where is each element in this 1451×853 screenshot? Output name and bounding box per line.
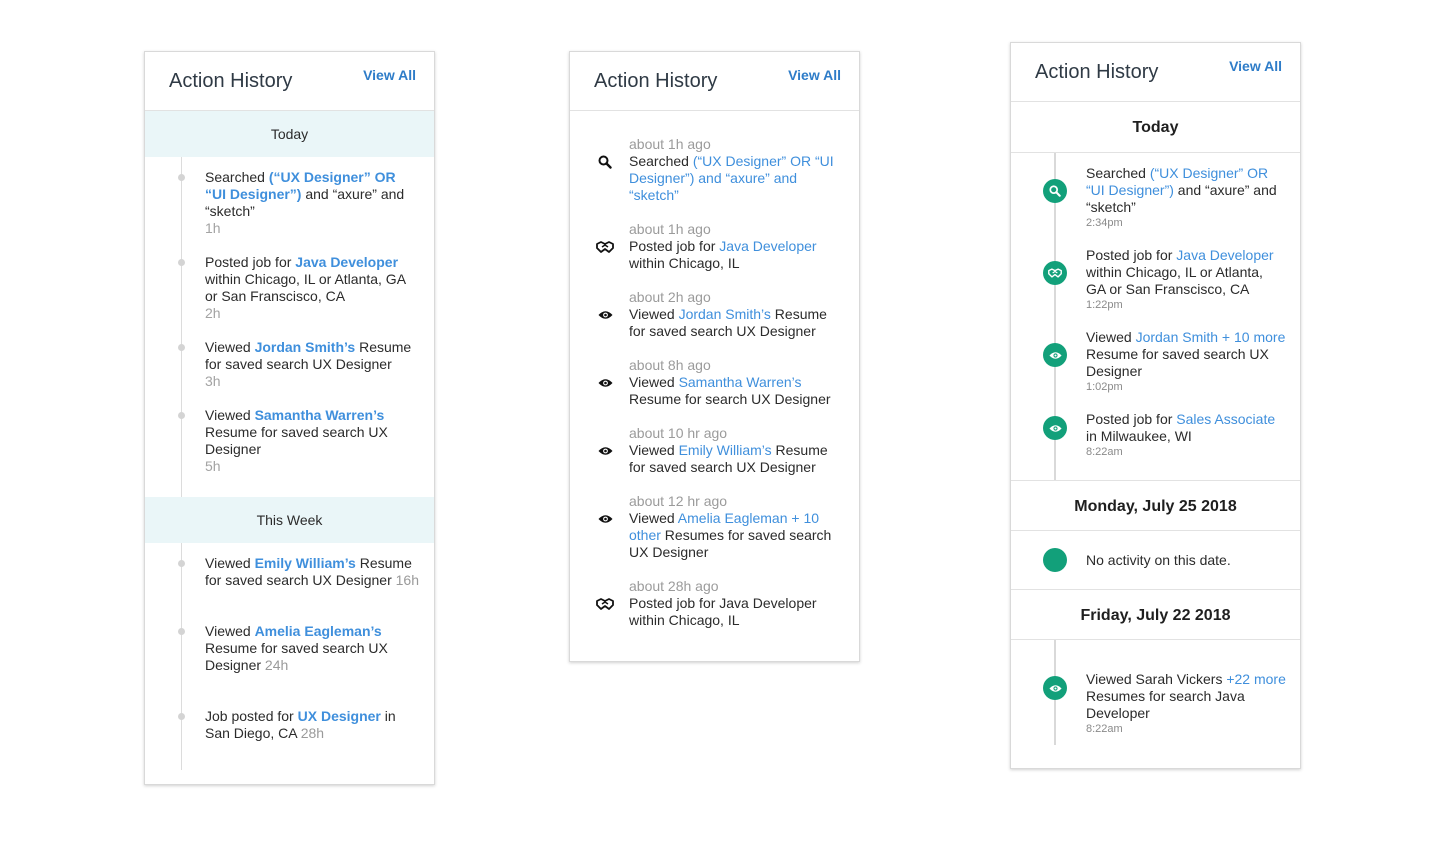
timeline-today: Searched (“UX Designer” OR “UI Designer”… (1011, 153, 1300, 480)
panel-title: Action History (594, 70, 718, 92)
timeline-item: Viewed Sarah Vickers +22 more Resumes fo… (1011, 671, 1300, 736)
item-time: 16h (395, 572, 419, 588)
activity-item: about 1h ago Posted job for Java Develop… (570, 221, 859, 272)
eye-icon (1043, 676, 1067, 700)
activity-item: about 12 hr ago Viewed Amelia Eagleman +… (570, 493, 859, 561)
activity-item: about 10 hr ago Viewed Emily William’s R… (570, 425, 859, 476)
action-history-panel-1: Action History View All Today Searched (… (144, 51, 435, 785)
candidate-link[interactable]: Emily William’s (679, 442, 772, 458)
timeline-item: Posted job for Java Developer within Chi… (145, 254, 434, 322)
section-header-this-week: This Week (145, 497, 434, 543)
timeline-item: Viewed Emily William’s Resume for saved … (145, 555, 434, 589)
eye-icon (1043, 416, 1067, 440)
item-time: 1:02pm (1086, 381, 1123, 393)
item-time: about 10 hr ago (629, 425, 728, 441)
activity-list: about 1h ago Searched (“UX Designer” OR … (570, 111, 859, 629)
empty-state-text: No activity on this date. (1086, 552, 1231, 568)
section-header-monday: Monday, July 25 2018 (1011, 480, 1300, 531)
timeline-friday: Viewed Sarah Vickers +22 more Resumes fo… (1011, 640, 1300, 745)
timeline-item: Searched (“UX Designer” OR “UI Designer”… (1011, 165, 1300, 230)
candidate-link[interactable]: Amelia Eagleman’s (255, 623, 382, 639)
candidate-link[interactable]: Jordan Smith’s (255, 339, 356, 355)
timeline-dot-icon (178, 560, 185, 567)
item-time: 8:22am (1086, 723, 1123, 735)
panel-header: Action History View All (570, 52, 859, 111)
timeline-item: Posted job for Sales Associate in Milwau… (1011, 411, 1300, 459)
eye-icon (596, 442, 614, 460)
view-all-link[interactable]: View All (363, 67, 416, 83)
panel-header: Action History View All (145, 52, 434, 111)
eye-icon (596, 374, 614, 392)
more-candidates-link[interactable]: +22 more (1226, 671, 1286, 687)
timeline-dot-icon (178, 344, 185, 351)
candidate-link[interactable]: Samantha Warren’s (679, 374, 802, 390)
timeline-dot-icon (1043, 548, 1067, 572)
section-header-friday: Friday, July 22 2018 (1011, 589, 1300, 640)
timeline-this-week: Viewed Emily William’s Resume for saved … (145, 543, 434, 770)
action-history-panel-2: Action History View All about 1h ago Sea… (569, 51, 860, 662)
timeline-item: Job posted for UX Designer in San Diego,… (145, 708, 434, 742)
panel-title: Action History (1035, 61, 1159, 83)
view-all-link[interactable]: View All (1229, 58, 1282, 74)
timeline-monday: No activity on this date. (1011, 531, 1300, 589)
item-time: about 1h ago (629, 136, 711, 152)
item-time: 2:34pm (1086, 217, 1123, 229)
timeline-item: Posted job for Java Developer within Chi… (1011, 247, 1300, 312)
job-link[interactable]: Sales Associate (1176, 411, 1275, 427)
timeline-item: Searched (“UX Designer” OR “UI Designer”… (145, 169, 434, 237)
timeline-item: Viewed Jordan Smith’s Resume for saved s… (145, 339, 434, 390)
eye-icon (1043, 343, 1067, 367)
action-history-panel-3: Action History View All Today Searched (… (1010, 42, 1301, 769)
candidate-link[interactable]: Jordan Smith’s (679, 306, 771, 322)
job-link[interactable]: Java Developer (1176, 247, 1273, 263)
item-time: about 12 hr ago (629, 493, 728, 509)
timeline-today: Searched (“UX Designer” OR “UI Designer”… (145, 157, 434, 497)
eye-icon (596, 306, 614, 324)
item-time: 8:22am (1086, 446, 1123, 458)
eye-icon (596, 510, 614, 528)
panel-title: Action History (169, 70, 293, 92)
timeline-dot-icon (178, 174, 185, 181)
job-link[interactable]: Java Developer (719, 238, 816, 254)
item-time: about 2h ago (629, 289, 711, 305)
timeline-dot-icon (178, 412, 185, 419)
timeline-item-empty: No activity on this date. (1011, 531, 1300, 572)
item-time: about 28h ago (629, 578, 719, 594)
candidate-link[interactable]: Jordan Smith + 10 more (1136, 329, 1286, 345)
candidate-link[interactable]: Samantha Warren’s (255, 407, 385, 423)
item-time: about 8h ago (629, 357, 711, 373)
handshake-icon (596, 595, 614, 613)
view-all-link[interactable]: View All (788, 67, 841, 83)
timeline-dot-icon (178, 259, 185, 266)
activity-item: about 2h ago Viewed Jordan Smith’s Resum… (570, 289, 859, 340)
item-time: 5h (205, 458, 221, 474)
activity-item: about 28h ago Posted job for Java Develo… (570, 578, 859, 629)
item-time: about 1h ago (629, 221, 711, 237)
job-link[interactable]: UX Designer (298, 708, 381, 724)
activity-item: about 8h ago Viewed Samantha Warren’s Re… (570, 357, 859, 408)
item-time: 1:22pm (1086, 299, 1123, 311)
item-time: 2h (205, 305, 221, 321)
search-icon (1043, 179, 1067, 203)
search-icon (596, 153, 614, 171)
timeline-item: Viewed Jordan Smith + 10 more Resume for… (1011, 329, 1300, 394)
item-time: 24h (264, 657, 289, 673)
timeline-dot-icon (178, 628, 185, 635)
candidate-link[interactable]: Emily William’s (255, 555, 356, 571)
timeline-item: Viewed Samantha Warren’s Resume for save… (145, 407, 434, 475)
handshake-icon (596, 238, 614, 256)
timeline-item: Viewed Amelia Eagleman’s Resume for save… (145, 623, 434, 674)
activity-item: about 1h ago Searched (“UX Designer” OR … (570, 136, 859, 204)
timeline-dot-icon (178, 713, 185, 720)
job-link[interactable]: Java Developer (295, 254, 398, 270)
item-time: 28h (300, 725, 325, 741)
item-time: 3h (205, 373, 221, 389)
section-header-today: Today (145, 111, 434, 157)
item-time: 1h (205, 220, 221, 236)
section-header-today: Today (1011, 102, 1300, 153)
handshake-icon (1043, 261, 1067, 285)
panel-header: Action History View All (1011, 43, 1300, 102)
